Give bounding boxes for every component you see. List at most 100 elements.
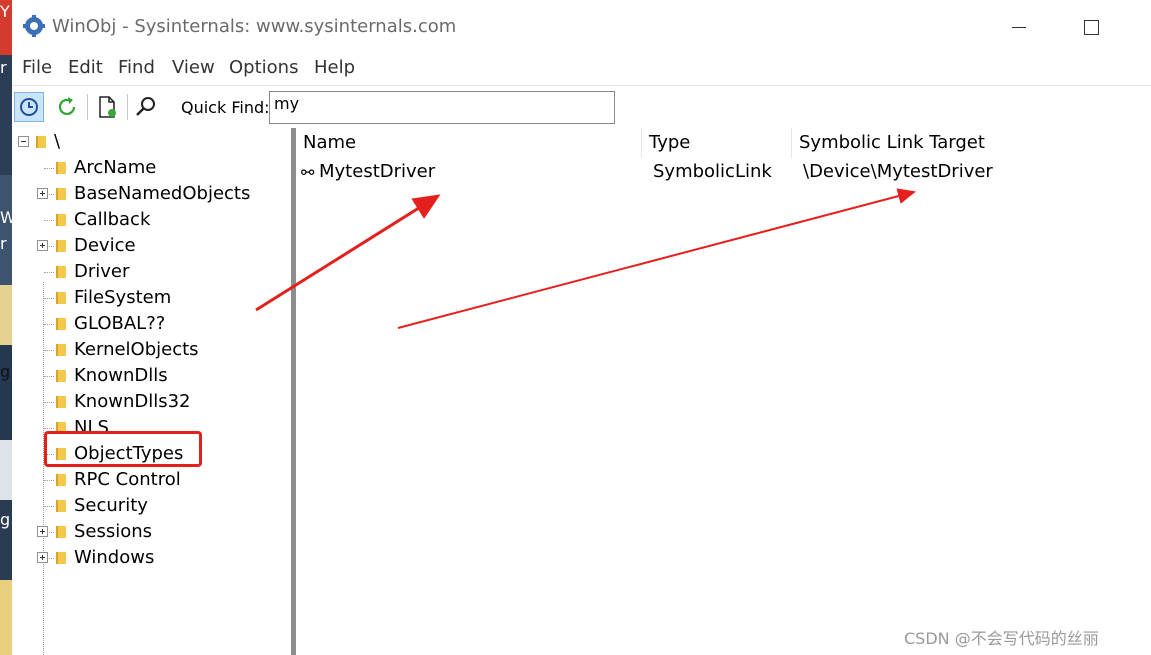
tree-guide-line xyxy=(44,324,54,325)
tree-item[interactable]: Callback xyxy=(12,208,291,234)
tree-item[interactable]: KnownDlls xyxy=(12,364,291,390)
tree-item-label: Device xyxy=(74,235,136,256)
tree-item-label: Callback xyxy=(74,209,151,230)
tree-item-label: RPC Control xyxy=(74,469,181,490)
menu-edit[interactable]: Edit xyxy=(68,57,103,78)
desktop-glyph: g xyxy=(0,510,11,529)
row-name[interactable]: MytestDriver xyxy=(319,161,435,182)
folder-icon xyxy=(56,214,66,226)
column-header-type[interactable]: Type xyxy=(642,128,792,158)
column-header-target[interactable]: Symbolic Link Target xyxy=(792,128,1151,158)
tree-guide-line xyxy=(44,402,54,403)
menu-view[interactable]: View xyxy=(172,57,215,78)
find-button[interactable] xyxy=(131,92,161,122)
row-type: SymbolicLink xyxy=(653,161,772,182)
auto-refresh-button[interactable] xyxy=(14,92,44,122)
desktop-glyph: r xyxy=(0,234,7,253)
tree-item[interactable]: Windows xyxy=(12,546,291,572)
folder-icon xyxy=(56,474,66,486)
window-title: WinObj - Sysinternals: www.sysinternals.… xyxy=(52,16,457,37)
winobj-window: WinObj - Sysinternals: www.sysinternals.… xyxy=(12,0,1151,655)
menu-find[interactable]: Find xyxy=(118,57,155,78)
expand-icon[interactable] xyxy=(37,526,48,537)
tree-item-label: ArcName xyxy=(74,157,157,178)
refresh-button[interactable] xyxy=(52,92,82,122)
folder-icon xyxy=(56,162,66,174)
menu-options[interactable]: Options xyxy=(229,57,298,78)
properties-icon xyxy=(99,96,116,118)
folder-icon xyxy=(56,344,66,356)
tree-item-label: KnownDlls xyxy=(74,365,168,386)
tree-item[interactable]: BaseNamedObjects xyxy=(12,182,291,208)
tree-item[interactable]: KnownDlls32 xyxy=(12,390,291,416)
highlight-box xyxy=(44,431,202,467)
symbolic-link-icon: ⚯ xyxy=(301,163,315,182)
expand-icon[interactable] xyxy=(37,552,48,563)
find-icon xyxy=(136,97,155,116)
quick-find-input[interactable]: my xyxy=(269,91,615,124)
tree-guide-line xyxy=(44,480,54,481)
title-bar[interactable]: WinObj - Sysinternals: www.sysinternals.… xyxy=(12,0,1151,54)
folder-icon xyxy=(56,552,66,564)
tree-guide-line xyxy=(44,220,54,221)
tree-guide-line xyxy=(44,428,54,429)
desktop-background: Y r W r g g xyxy=(0,0,12,655)
tree-item[interactable]: Device xyxy=(12,234,291,260)
object-list: Name Type Symbolic Link Target ⚯ MytestD… xyxy=(296,128,1151,655)
tree-item[interactable]: Security xyxy=(12,494,291,520)
tree-item[interactable]: KernelObjects xyxy=(12,338,291,364)
toolbar-separator xyxy=(87,94,88,120)
menu-file[interactable]: File xyxy=(22,57,52,78)
folder-icon xyxy=(56,188,66,200)
maximize-button[interactable] xyxy=(1084,20,1099,35)
tree-item-label: FileSystem xyxy=(74,287,172,308)
tree-item[interactable]: GLOBAL?? xyxy=(12,312,291,338)
tree-guide-line xyxy=(44,298,54,299)
tree-item[interactable]: RPC Control xyxy=(12,468,291,494)
folder-icon xyxy=(56,500,66,512)
folder-icon xyxy=(56,396,66,408)
tree-item-label: Windows xyxy=(74,547,155,568)
tree-item-label: BaseNamedObjects xyxy=(74,183,251,204)
minimize-button[interactable] xyxy=(1012,27,1026,28)
tree-item-label: KnownDlls32 xyxy=(74,391,191,412)
menu-help[interactable]: Help xyxy=(314,57,355,78)
tree-root[interactable]: \ xyxy=(12,130,291,156)
tree-guide-line xyxy=(44,506,54,507)
tree-item-label: Security xyxy=(74,495,148,516)
namespace-tree: \ ArcName BaseNamedObjects Callback Device D… xyxy=(12,128,291,655)
column-header-name[interactable]: Name xyxy=(296,128,642,158)
folder-icon xyxy=(56,240,66,252)
expand-icon[interactable] xyxy=(37,188,48,199)
desktop-glyph: r xyxy=(0,58,7,77)
tree-item[interactable]: Driver xyxy=(12,260,291,286)
tree-guide-line xyxy=(44,376,54,377)
tree-item[interactable]: ArcName xyxy=(12,156,291,182)
tree-item-label: Sessions xyxy=(74,521,153,542)
desktop-glyph: Y xyxy=(0,2,10,21)
tree-item[interactable]: FileSystem xyxy=(12,286,291,312)
folder-icon xyxy=(36,136,46,148)
toolbar-separator xyxy=(127,94,128,120)
expand-icon[interactable] xyxy=(37,240,48,251)
menu-bar: File Edit Find View Options Help xyxy=(12,54,1151,84)
desktop-glyph: W xyxy=(0,208,12,227)
collapse-icon[interactable] xyxy=(18,136,29,147)
refresh-icon xyxy=(58,97,76,116)
winobj-gear-icon[interactable] xyxy=(22,14,46,38)
tree-guide-line xyxy=(44,168,54,169)
desktop-glyph: g xyxy=(0,362,11,381)
tree-item-label: KernelObjects xyxy=(74,339,199,360)
auto-refresh-icon xyxy=(20,98,38,116)
tree-guide-line xyxy=(44,350,54,351)
tree-root-label: \ xyxy=(54,131,61,152)
row-target: \Device\MytestDriver xyxy=(803,161,993,182)
tree-item[interactable]: Sessions xyxy=(12,520,291,546)
folder-icon xyxy=(56,318,66,330)
folder-icon xyxy=(56,292,66,304)
toolbar: Quick Find: my xyxy=(12,85,1151,127)
properties-button[interactable] xyxy=(92,92,122,122)
folder-icon xyxy=(56,266,66,278)
tree-item-label: GLOBAL?? xyxy=(74,313,166,334)
quick-find-label: Quick Find: xyxy=(181,98,270,117)
